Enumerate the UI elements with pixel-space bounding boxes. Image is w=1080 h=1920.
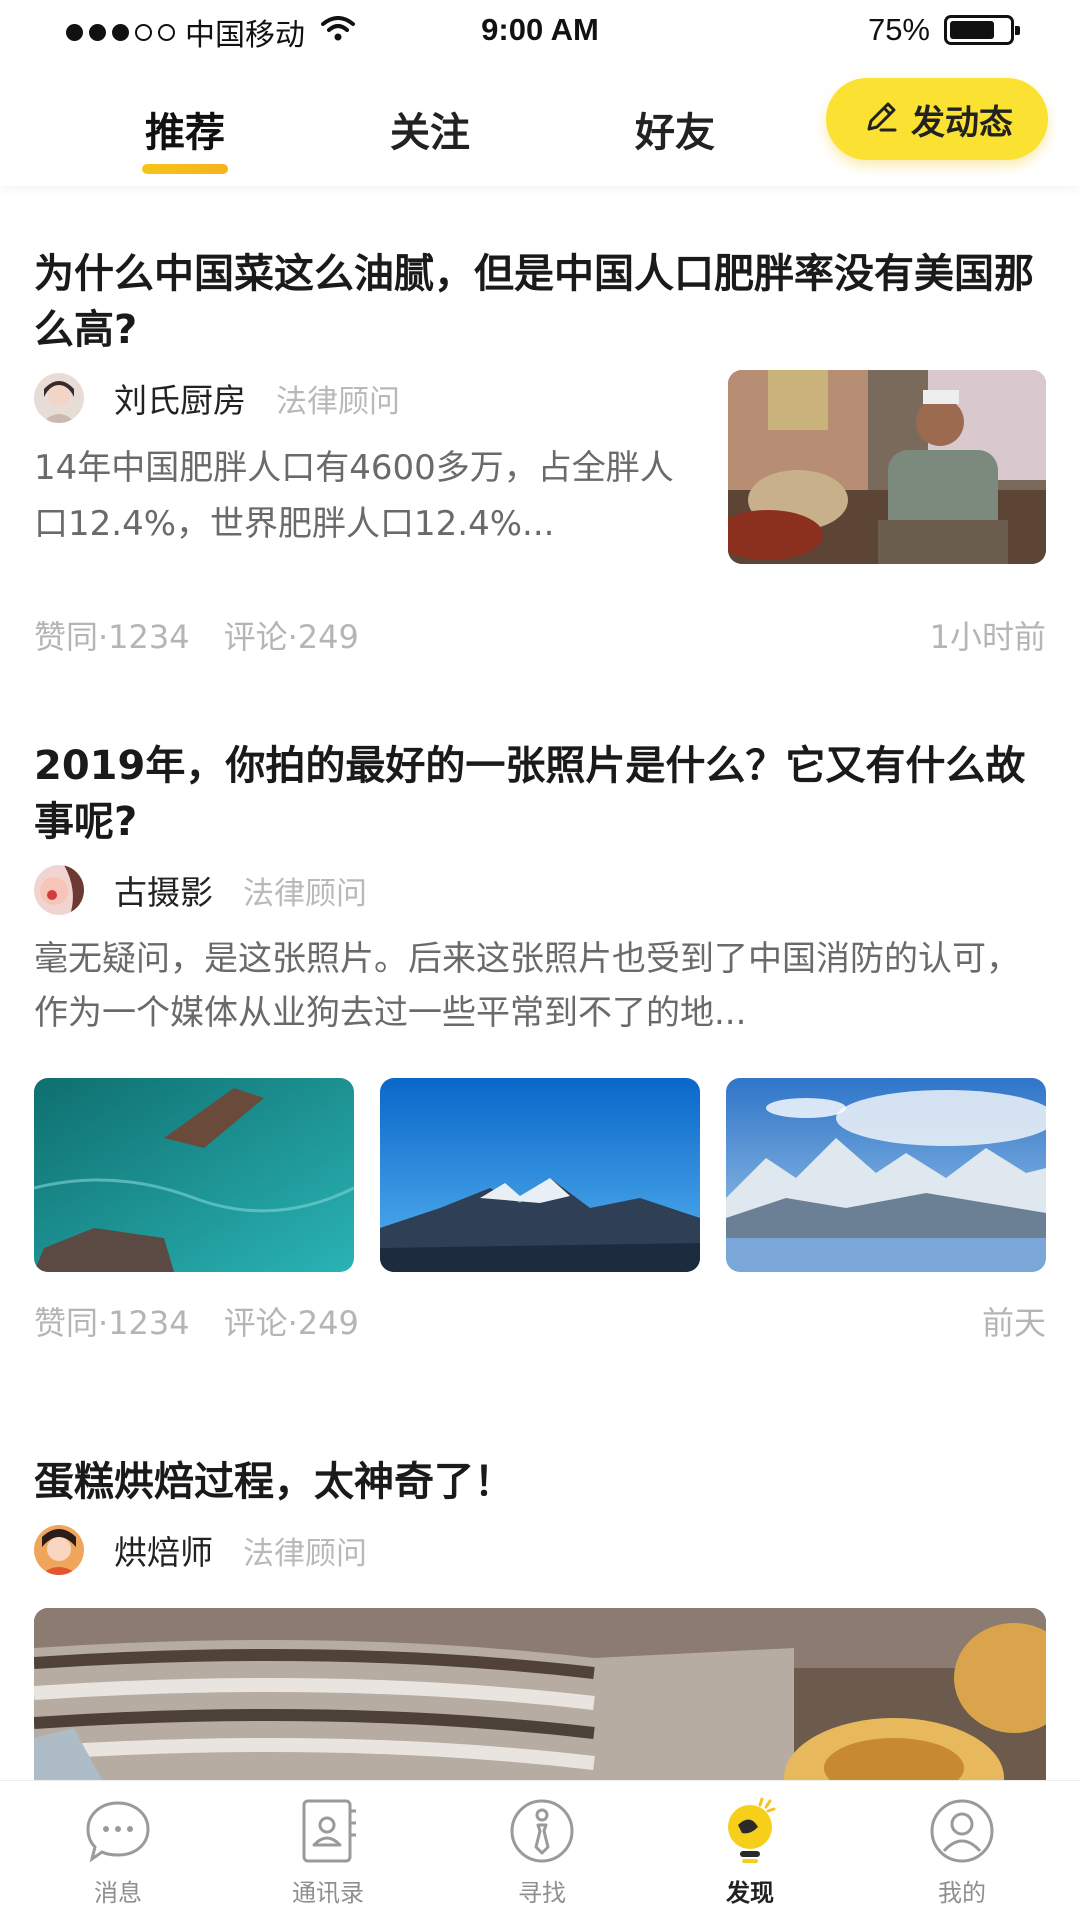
tab-friends[interactable]: 好友 [590,100,760,158]
likes-count[interactable]: 赞同·1234 [34,1298,190,1344]
author-row: 古摄影 法律顾问 [34,864,1046,916]
post-meta: 赞同·1234 评论·249 前天 [34,1298,1046,1344]
tab-label: 推荐 [145,110,225,156]
nav-messages[interactable]: 消息 [58,1797,178,1908]
post-time: 1小时前 [929,618,1046,656]
avatar[interactable] [34,373,84,423]
contacts-book-icon [294,1797,362,1865]
nav-contacts[interactable]: 通讯录 [268,1797,388,1908]
author-name[interactable]: 古摄影 [114,866,213,914]
feed-card[interactable]: 为什么中国菜这么油腻，但是中国人口肥胖率没有美国那么高? 刘氏厨房 法律顾问 1… [34,246,1046,676]
avatar[interactable] [34,1525,84,1575]
tab-label: 关注 [390,110,470,156]
author-row: 烘焙师 法律顾问 [34,1524,1046,1576]
nav-discover[interactable]: 发现 [690,1797,810,1908]
post-gallery-image[interactable] [726,1078,1046,1272]
top-tab-bar: 推荐 关注 好友 发动态 [0,62,1080,186]
comments-count[interactable]: 评论·249 [224,612,359,658]
tab-label: 好友 [635,110,715,156]
likes-count[interactable]: 赞同·1234 [34,612,190,658]
active-tab-indicator [142,164,228,174]
feed-card[interactable]: 蛋糕烘焙过程，太神奇了！ 烘焙师 法律顾问 [34,1454,1046,1784]
post-thumbnail-image[interactable] [728,370,1046,564]
post-status-button[interactable]: 发动态 [826,78,1048,160]
post-title[interactable]: 为什么中国菜这么油腻，但是中国人口肥胖率没有美国那么高? [34,246,1046,358]
tab-following[interactable]: 关注 [345,100,515,158]
bottom-nav: 消息 通讯录 寻找 发现 我的 [0,1780,1080,1920]
chat-bubble-icon [84,1797,152,1865]
avatar[interactable] [34,865,84,915]
post-gallery-image[interactable] [34,1078,354,1272]
post-excerpt[interactable]: 14年中国肥胖人口有4600多万，占全胖人口12.4%，世界肥胖人口12.4%.… [34,440,674,552]
post-cover-image[interactable] [34,1608,1046,1784]
post-meta: 赞同·1234 评论·249 1小时前 [34,612,1046,658]
post-button-label: 发动态 [911,102,1013,143]
tie-person-icon [508,1797,576,1865]
author-name[interactable]: 烘焙师 [114,1526,213,1574]
post-title[interactable]: 蛋糕烘焙过程，太神奇了！ [34,1454,1046,1510]
nav-label: 我的 [938,1879,986,1907]
battery-percent: 75% [867,12,930,47]
author-role: 法律顾问 [243,875,367,912]
nav-label: 通讯录 [292,1879,364,1907]
comments-count[interactable]: 评论·249 [224,1298,359,1344]
post-time: 前天 [981,1304,1046,1342]
nav-profile[interactable]: 我的 [902,1797,1022,1908]
nav-label: 寻找 [518,1879,566,1907]
status-bar: 中国移动 9:00 AM 75% [0,0,1080,62]
post-title[interactable]: 2019年，你拍的最好的一张照片是什么？它又有什么故事呢? [34,738,1046,850]
post-excerpt[interactable]: 毫无疑问，是这张照片。后来这张照片也受到了中国消防的认可，作为一个媒体从业狗去过… [34,932,1034,1040]
author-role: 法律顾问 [243,1535,367,1572]
nav-search[interactable]: 寻找 [482,1797,602,1908]
author-name[interactable]: 刘氏厨房 [114,374,246,422]
battery-status: 75% [867,12,1020,48]
nav-label: 消息 [94,1879,142,1907]
battery-icon [944,15,1020,45]
author-role: 法律顾问 [276,383,400,420]
post-gallery-image[interactable] [380,1078,700,1272]
user-profile-icon [928,1797,996,1865]
feed-card[interactable]: 2019年，你拍的最好的一张照片是什么？它又有什么故事呢? 古摄影 法律顾问 毫… [34,738,1046,1342]
lightbulb-icon [716,1797,784,1865]
nav-label: 发现 [726,1879,774,1907]
tab-recommend[interactable]: 推荐 [100,100,270,174]
pencil-icon [861,97,901,141]
